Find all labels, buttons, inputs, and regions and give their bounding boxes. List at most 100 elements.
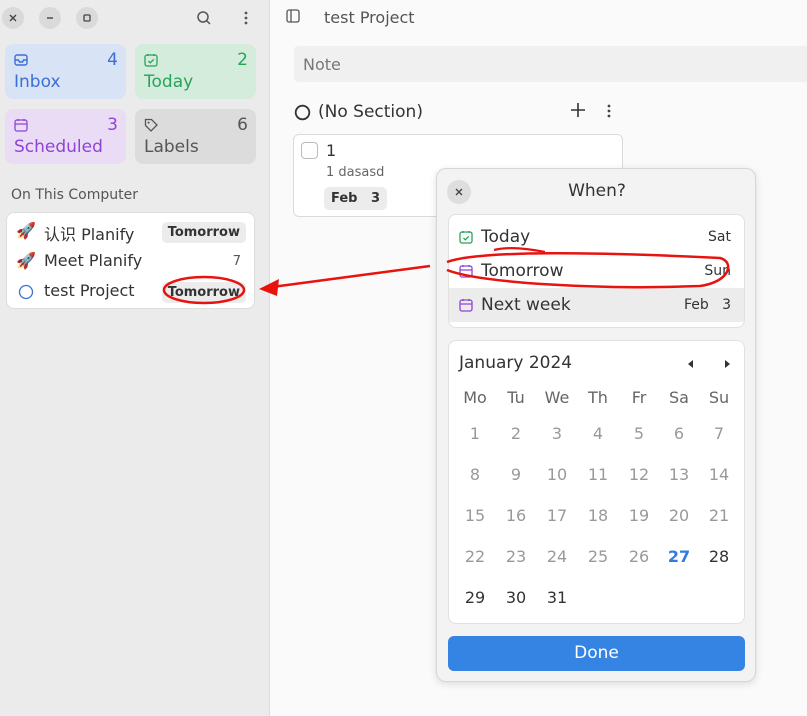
popover-title: When? bbox=[568, 181, 626, 201]
section-title: (No Section) bbox=[318, 102, 423, 122]
quick-option-label: Next week bbox=[481, 295, 571, 315]
note-field[interactable]: Note bbox=[294, 46, 807, 82]
calendar-day[interactable]: 28 bbox=[699, 547, 739, 566]
calendar-day[interactable]: 29 bbox=[455, 588, 495, 607]
calendar-day[interactable]: 3 bbox=[537, 424, 577, 443]
window-maximize-button[interactable] bbox=[76, 7, 98, 29]
quick-option-day: Sat bbox=[708, 229, 731, 245]
section-circle-icon bbox=[294, 104, 311, 121]
weekday-header: Mo bbox=[463, 388, 487, 407]
calendar-day[interactable]: 10 bbox=[537, 465, 577, 484]
search-button[interactable] bbox=[192, 6, 216, 30]
calendar: January 2024 Mo Tu We Th Fr Sa Su 1 2 3 4 5 6 7 8 9 10 11… bbox=[448, 340, 745, 624]
quick-option-tomorrow[interactable]: Tomorrow Sun bbox=[449, 254, 744, 288]
window-close-button[interactable] bbox=[2, 7, 24, 29]
section-title: On This Computer bbox=[11, 187, 138, 203]
tile-inbox[interactable]: 4 Inbox bbox=[5, 44, 126, 99]
tile-today[interactable]: 2 Today bbox=[135, 44, 256, 99]
section-menu-button[interactable] bbox=[607, 103, 617, 123]
chevron-right-icon bbox=[725, 360, 730, 368]
due-badge: Tomorrow bbox=[161, 282, 246, 303]
page-title: test Project bbox=[324, 8, 415, 27]
calendar-check-icon bbox=[144, 54, 158, 67]
calendar-day[interactable]: 17 bbox=[537, 506, 577, 525]
calendar-day[interactable]: 13 bbox=[659, 465, 699, 484]
tile-scheduled[interactable]: 3 Scheduled bbox=[5, 109, 126, 164]
quick-option-label: Today bbox=[481, 227, 531, 247]
calendar-day[interactable]: 11 bbox=[578, 465, 618, 484]
next-month-button[interactable] bbox=[719, 356, 735, 372]
close-icon bbox=[9, 14, 17, 22]
project-item-meet-planify[interactable]: 🚀 Meet Planify 7 bbox=[7, 246, 254, 276]
menu-button[interactable] bbox=[234, 6, 258, 30]
sidebar-toggle-icon bbox=[286, 9, 300, 23]
toggle-sidebar-button[interactable] bbox=[285, 8, 305, 28]
calendar-day[interactable]: 20 bbox=[659, 506, 699, 525]
calendar-day[interactable]: 9 bbox=[496, 465, 536, 484]
project-item-test-project[interactable]: test Project Tomorrow bbox=[7, 276, 254, 306]
more-vertical-icon bbox=[244, 11, 248, 25]
project-name: test Project bbox=[44, 281, 135, 300]
project-name: Meet Planify bbox=[44, 251, 143, 270]
task-description: 1 dasasd bbox=[326, 165, 385, 180]
calendar-day[interactable]: 15 bbox=[455, 506, 495, 525]
calendar-icon bbox=[459, 265, 473, 278]
calendar-day[interactable]: 22 bbox=[455, 547, 495, 566]
calendar-day[interactable]: 30 bbox=[496, 588, 536, 607]
inbox-label: Inbox bbox=[14, 72, 61, 92]
project-name: 认识 Planify bbox=[44, 225, 135, 244]
calendar-icon bbox=[14, 119, 28, 132]
quick-option-label: Tomorrow bbox=[481, 261, 564, 281]
tile-labels[interactable]: 6 Labels bbox=[135, 109, 256, 164]
calendar-day[interactable]: 14 bbox=[699, 465, 739, 484]
calendar-day[interactable]: 12 bbox=[619, 465, 659, 484]
task-due-badge[interactable]: Feb 3 bbox=[324, 187, 388, 210]
calendar-day[interactable]: 16 bbox=[496, 506, 536, 525]
calendar-day[interactable]: 21 bbox=[699, 506, 739, 525]
quick-option-today[interactable]: Today Sat bbox=[449, 220, 744, 254]
circle-icon bbox=[18, 284, 34, 300]
calendar-day[interactable]: 25 bbox=[578, 547, 618, 566]
calendar-icon bbox=[459, 299, 473, 312]
labels-label: Labels bbox=[144, 137, 199, 157]
quick-option-day: Feb 3 bbox=[683, 297, 731, 313]
calendar-day[interactable]: 4 bbox=[578, 424, 618, 443]
today-count: 2 bbox=[237, 50, 248, 70]
quick-option-day: Sun bbox=[704, 263, 731, 279]
labels-count: 6 bbox=[237, 115, 248, 135]
calendar-day[interactable]: 23 bbox=[496, 547, 536, 566]
chevron-left-icon bbox=[688, 360, 693, 368]
when-popover: When? Today Sat Tomorrow Sun Next week F… bbox=[436, 168, 756, 682]
inbox-count: 4 bbox=[107, 50, 118, 70]
calendar-day[interactable]: 7 bbox=[699, 424, 739, 443]
more-vertical-icon bbox=[607, 104, 611, 118]
project-item-renshi-planify[interactable]: 🚀 认识 Planify Tomorrow bbox=[7, 216, 254, 246]
maximize-icon bbox=[83, 14, 91, 22]
task-checkbox[interactable] bbox=[301, 142, 318, 159]
done-button[interactable]: Done bbox=[448, 636, 745, 671]
calendar-day[interactable]: 2 bbox=[496, 424, 536, 443]
add-task-button[interactable] bbox=[570, 102, 590, 122]
prev-month-button[interactable] bbox=[683, 356, 699, 372]
quick-date-list: Today Sat Tomorrow Sun Next week Feb 3 bbox=[448, 214, 745, 328]
calendar-day[interactable]: 26 bbox=[619, 547, 659, 566]
window-minimize-button[interactable] bbox=[39, 7, 61, 29]
calendar-day[interactable]: 6 bbox=[659, 424, 699, 443]
calendar-day[interactable]: 8 bbox=[455, 465, 495, 484]
calendar-day-today[interactable]: 27 bbox=[659, 547, 699, 566]
weekday-header: Th bbox=[588, 388, 608, 407]
calendar-day[interactable]: 24 bbox=[537, 547, 577, 566]
scheduled-count: 3 bbox=[107, 115, 118, 135]
rocket-icon: 🚀 bbox=[16, 251, 36, 270]
calendar-day[interactable]: 31 bbox=[537, 588, 577, 607]
inbox-icon bbox=[14, 54, 28, 66]
calendar-day[interactable]: 5 bbox=[619, 424, 659, 443]
today-label: Today bbox=[144, 72, 194, 92]
weekday-header: We bbox=[544, 388, 570, 407]
quick-option-next-week[interactable]: Next week Feb 3 bbox=[449, 288, 744, 322]
calendar-day[interactable]: 1 bbox=[455, 424, 495, 443]
calendar-day[interactable]: 18 bbox=[578, 506, 618, 525]
rocket-icon: 🚀 bbox=[16, 221, 36, 240]
weekday-header: Su bbox=[708, 388, 730, 407]
calendar-day[interactable]: 19 bbox=[619, 506, 659, 525]
